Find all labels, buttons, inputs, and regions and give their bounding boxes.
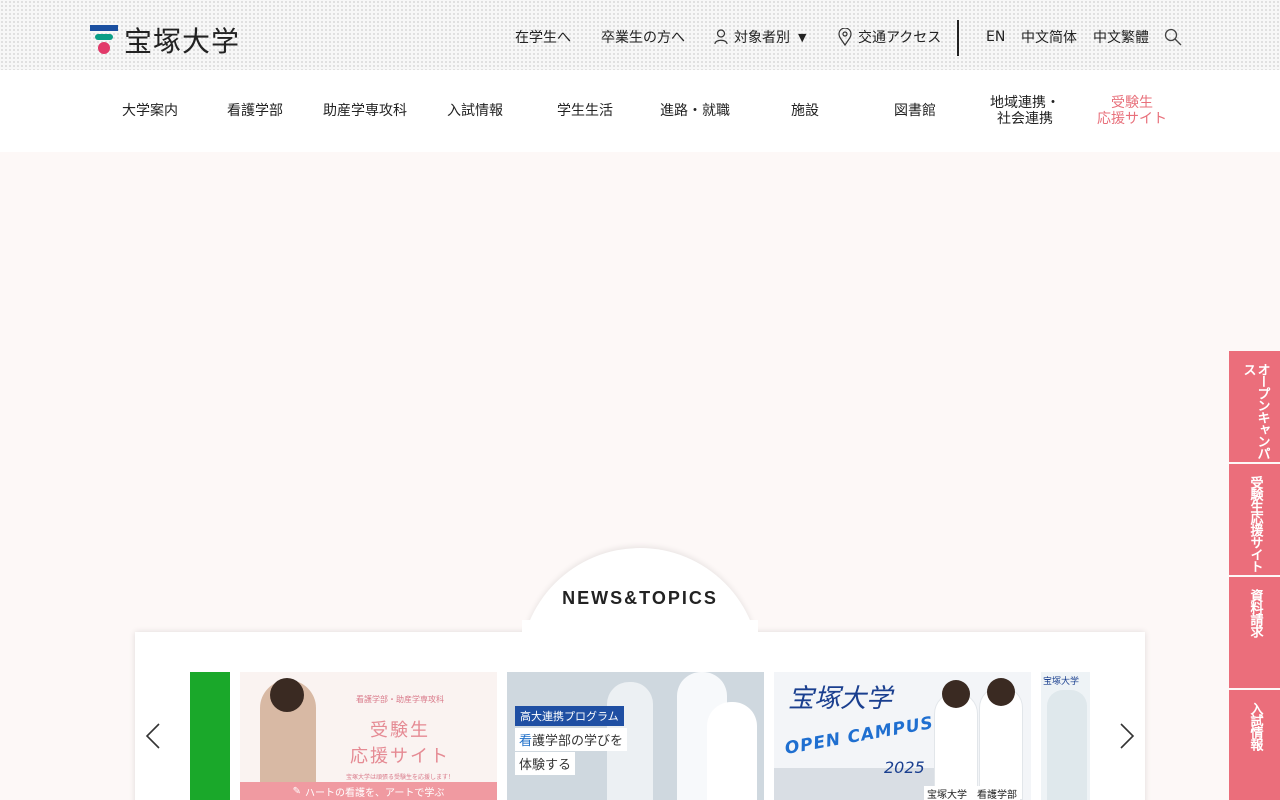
nav-label: 入試情報 bbox=[447, 103, 503, 119]
nav-label: 学生生活 bbox=[557, 103, 613, 119]
link-label: 在学生へ bbox=[515, 30, 571, 46]
side-tab-request-materials[interactable]: 資料請求 bbox=[1229, 577, 1280, 688]
carousel-next-button[interactable] bbox=[1115, 720, 1139, 752]
student-photo-head bbox=[270, 678, 304, 712]
side-tab-admissions[interactable]: 入試情報 bbox=[1229, 690, 1280, 800]
person-icon bbox=[714, 29, 728, 45]
card-year: 2025 bbox=[884, 758, 925, 777]
lang-en[interactable]: EN bbox=[986, 26, 1005, 48]
nav-career[interactable]: 進路・就職 bbox=[645, 70, 745, 152]
map-pin-icon bbox=[838, 28, 852, 46]
nav-label-line: 受験生 bbox=[1111, 95, 1153, 111]
news-card-partial[interactable]: 宝塚大学 bbox=[1041, 672, 1090, 800]
nav-label-block: 受験生 応援サイト bbox=[1097, 95, 1167, 127]
nav-campus-life[interactable]: 学生生活 bbox=[535, 70, 635, 152]
news-card-partial[interactable] bbox=[190, 672, 230, 800]
lang-zh-hant[interactable]: 中文繁體 bbox=[1093, 26, 1149, 48]
card-line-rest: 護学部の学びを bbox=[532, 734, 624, 749]
nav-facilities[interactable]: 施設 bbox=[755, 70, 855, 152]
pencil-icon: ✎ bbox=[292, 785, 301, 797]
student-photo bbox=[934, 692, 978, 800]
side-tab-open-campus[interactable]: オープンキャンパス bbox=[1229, 351, 1280, 462]
lang-label: EN bbox=[986, 29, 1006, 45]
card-title: 受験生 応援サイト bbox=[310, 716, 490, 768]
card-footer: 宝塚大学 看護学部 bbox=[924, 786, 1020, 800]
side-tab-applicant-site[interactable]: 受験生応援サイト bbox=[1229, 464, 1280, 575]
news-card-highschool-program[interactable]: 高大連携プログラム 看護学部の学びを 体験する bbox=[507, 672, 764, 800]
nav-label: 図書館 bbox=[894, 103, 936, 119]
audience-dropdown[interactable]: 対象者別 ▼ bbox=[714, 26, 806, 48]
utility-bar: 宝塚大学 在学生へ 卒業生の方へ 対象者別 ▼ 交通アクセス EN 中文简体 中… bbox=[0, 0, 1280, 70]
nav-midwifery[interactable]: 助産学専攻科 bbox=[315, 70, 415, 152]
lang-label: 中文繁體 bbox=[1093, 30, 1149, 46]
nav-label: 助産学専攻科 bbox=[323, 103, 407, 119]
student-photo-head bbox=[942, 680, 970, 708]
card-band: ✎ ハートの看護を、アートで学ぶ bbox=[240, 782, 497, 800]
main-nav: 大学案内 看護学部 助産学専攻科 入試情報 学生生活 進路・就職 施設 図書館 … bbox=[0, 70, 1280, 152]
link-current-students[interactable]: 在学生へ bbox=[515, 26, 571, 48]
link-label: 卒業生の方へ bbox=[601, 30, 685, 46]
nav-nursing[interactable]: 看護学部 bbox=[205, 70, 305, 152]
card-line-highlight: 看 bbox=[519, 734, 533, 749]
logo-text: 宝塚大学 bbox=[124, 25, 241, 58]
student-photo-head bbox=[987, 678, 1015, 706]
news-title: NEWS&TOPICS bbox=[562, 588, 718, 608]
card-title-line: 受験生 bbox=[370, 720, 430, 741]
nav-label: 看護学部 bbox=[227, 103, 283, 119]
news-card-applicant-site[interactable]: 看護学部・助産学専攻科 受験生 応援サイト 宝塚大学は頑張る受験生を応援します！… bbox=[240, 672, 497, 800]
student-photo bbox=[1047, 690, 1087, 800]
card-line-1: 看護学部の学びを bbox=[515, 728, 628, 751]
card-headline: OPEN CAMPUS bbox=[783, 713, 936, 759]
card-band-label: ハートの看護を、アートで学ぶ bbox=[304, 787, 445, 799]
search-icon bbox=[1164, 28, 1182, 46]
nav-label-line: 社会連携 bbox=[997, 111, 1053, 127]
nav-admissions[interactable]: 入試情報 bbox=[425, 70, 525, 152]
lang-zh-hans[interactable]: 中文简体 bbox=[1021, 26, 1077, 48]
nav-library[interactable]: 図書館 bbox=[865, 70, 965, 152]
dropdown-label: 対象者別 bbox=[734, 30, 790, 46]
card-subtitle: 看護学部・助産学専攻科 bbox=[356, 695, 444, 704]
lang-label: 中文简体 bbox=[1021, 30, 1077, 46]
hero-area bbox=[0, 152, 1280, 552]
logo-mark-icon bbox=[90, 25, 118, 55]
card-note: 宝塚大学は頑張る受験生を応援します！ bbox=[345, 774, 454, 781]
news-card-open-campus[interactable]: 宝塚大学 OPEN CAMPUS 2025 宝塚大学 看護学部 bbox=[774, 672, 1031, 800]
carousel-prev-button[interactable] bbox=[141, 720, 165, 752]
nav-label: 大学案内 bbox=[122, 103, 178, 119]
divider bbox=[957, 20, 959, 56]
link-access[interactable]: 交通アクセス bbox=[838, 26, 941, 48]
chevron-right-icon bbox=[1120, 723, 1135, 749]
nav-label: 進路・就職 bbox=[660, 103, 730, 119]
card-title-line: 応援サイト bbox=[350, 746, 450, 767]
nav-about[interactable]: 大学案内 bbox=[100, 70, 200, 152]
link-alumni[interactable]: 卒業生の方へ bbox=[601, 26, 685, 48]
nav-community[interactable]: 地域連携・ 社会連携 bbox=[975, 70, 1075, 152]
chevron-left-icon bbox=[145, 723, 160, 749]
search-button[interactable] bbox=[1164, 26, 1182, 48]
nav-label-line: 地域連携・ bbox=[990, 95, 1060, 111]
card-line-2: 体験する bbox=[515, 752, 576, 775]
nav-label-line: 応援サイト bbox=[1097, 111, 1167, 127]
caret-down-icon: ▼ bbox=[798, 30, 807, 44]
card-script-title: 宝塚大学 bbox=[788, 684, 893, 714]
news-tab-join bbox=[522, 620, 758, 640]
student-photo bbox=[707, 702, 757, 800]
card-tag: 高大連携プログラム bbox=[515, 706, 624, 726]
card-logo: 宝塚大学 bbox=[1043, 677, 1080, 687]
site-logo[interactable]: 宝塚大学 bbox=[90, 20, 240, 60]
nav-applicant-site[interactable]: 受験生 応援サイト bbox=[1082, 70, 1182, 152]
nav-label-block: 地域連携・ 社会連携 bbox=[990, 95, 1060, 127]
link-label: 交通アクセス bbox=[858, 30, 942, 46]
nav-label: 施設 bbox=[791, 103, 819, 119]
